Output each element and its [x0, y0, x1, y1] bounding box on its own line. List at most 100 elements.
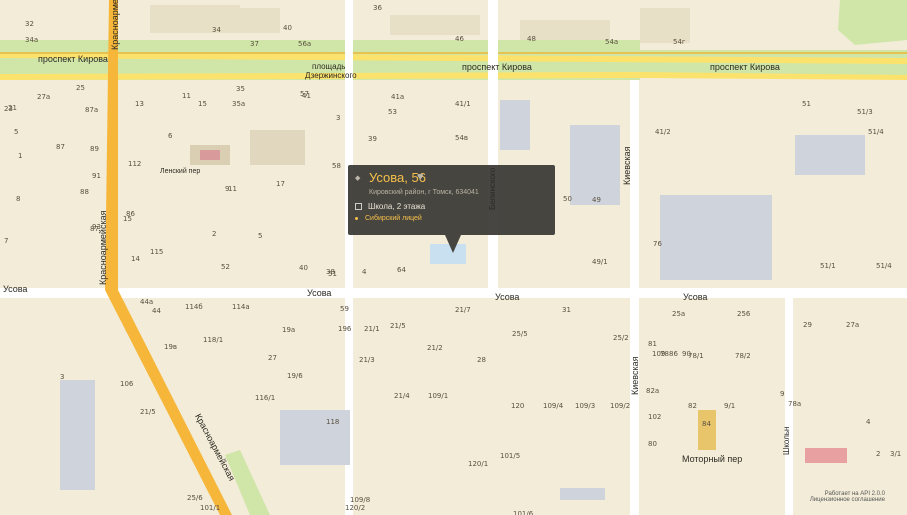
house-number: 19в	[164, 343, 178, 351]
house-number: 82	[688, 402, 697, 410]
house-number: 76	[653, 240, 662, 248]
house-number: 3/1	[890, 450, 902, 458]
pin-icon: ◆	[355, 175, 361, 182]
house-number: 25	[76, 84, 85, 92]
house-number: 35	[236, 85, 245, 93]
house-number: 64	[397, 266, 406, 274]
house-number: 115	[150, 248, 164, 256]
house-number: 2	[876, 450, 881, 458]
house-number: 21/1	[364, 325, 380, 333]
house-number: 25/2	[613, 334, 629, 342]
house-number: 56а	[298, 40, 312, 48]
popup-address: Кировский район, г Томск, 634041	[369, 189, 479, 196]
house-number: 28	[477, 356, 486, 364]
house-number: 40	[283, 24, 292, 32]
street-label: Дзержинского	[305, 71, 357, 80]
building-icon	[355, 203, 362, 211]
house-number: 8	[16, 195, 21, 203]
popup-detail-text: Школа, 2 этажа	[368, 202, 426, 211]
house-number: 21	[8, 104, 17, 112]
house-number: 86	[669, 350, 678, 358]
house-number: 9/1	[724, 402, 736, 410]
house-number: 13	[135, 100, 144, 108]
house-number: 116/1	[255, 394, 276, 402]
popup-detail: Школа, 2 этажа	[355, 202, 425, 211]
street-label: Киевская	[622, 146, 632, 185]
house-number: 109/2	[610, 402, 631, 410]
street-label: площадь	[312, 62, 346, 71]
house-number: 32	[25, 20, 34, 28]
house-number: 51/3	[857, 108, 873, 116]
street-label: проспект Кирова	[38, 54, 108, 64]
house-number: 39	[368, 135, 377, 143]
house-number: 81	[648, 340, 657, 348]
house-number: 51	[802, 100, 811, 108]
house-number: 14	[131, 255, 140, 263]
house-number: 50	[563, 195, 572, 203]
house-number: 48	[527, 35, 536, 43]
house-number: 9	[780, 390, 785, 398]
house-number: 80	[648, 440, 657, 448]
house-number: 49/1	[592, 258, 608, 266]
street-label: Красноармейская	[110, 0, 120, 50]
house-number: 41/2	[655, 128, 671, 136]
house-number: 114а	[232, 303, 250, 311]
street-label: проспект Кирова	[710, 62, 780, 72]
place-info-popup[interactable]: ◆ Усова, 56 ♥ Кировский район, г Томск, …	[348, 165, 555, 253]
house-number: 51/4	[876, 262, 892, 270]
house-number: 40	[299, 264, 308, 272]
house-number: 109/3	[575, 402, 596, 410]
house-number: 109/1	[428, 392, 449, 400]
house-number: 109/8	[350, 496, 371, 504]
house-number: 88	[80, 188, 89, 196]
house-number: 86	[126, 210, 135, 218]
house-number: 89	[90, 145, 99, 153]
house-number: 21/2	[427, 344, 443, 352]
house-number: 90	[682, 350, 691, 358]
house-number: 6	[168, 132, 173, 140]
street-label: Школьн	[782, 426, 791, 455]
house-number: 106	[120, 380, 134, 388]
house-number: 118/1	[203, 336, 224, 344]
house-number: 101/6	[513, 510, 534, 515]
house-number: 21/3	[359, 356, 375, 364]
house-number: 87а	[85, 106, 99, 114]
house-number: 120/1	[468, 460, 489, 468]
popup-org-text[interactable]: Сибирский лицей	[365, 215, 422, 222]
map-credit[interactable]: Работает на API 2.0.0 Лицензионное согла…	[785, 491, 885, 503]
house-number: 101/1	[200, 504, 221, 512]
house-number: 27а	[37, 93, 51, 101]
house-number: 196	[338, 325, 352, 333]
house-number: 4	[866, 418, 871, 426]
bullet-icon	[355, 216, 358, 220]
house-number: 84	[702, 420, 711, 428]
street-label: Киевская	[630, 356, 640, 395]
house-number: 29	[803, 321, 812, 329]
house-number: 120/2	[345, 504, 366, 512]
house-number: 78а	[788, 400, 802, 408]
house-number: 5	[14, 128, 19, 136]
street-label: проспект Кирова	[462, 62, 532, 72]
house-number: 17	[276, 180, 285, 188]
house-number: 34	[212, 26, 221, 34]
house-number: 59	[340, 305, 349, 313]
house-number: 38	[326, 268, 335, 276]
street-label: Белинского	[488, 167, 497, 210]
favorite-heart-icon[interactable]: ♥	[417, 171, 424, 183]
house-number: 52	[221, 263, 230, 271]
house-number: 31	[562, 306, 571, 314]
map-canvas[interactable]: ◆ Усова, 56 ♥ Кировский район, г Томск, …	[0, 0, 907, 515]
house-number: 53	[388, 108, 397, 116]
license-link[interactable]: Лицензионное соглашение	[785, 497, 885, 503]
house-number: 82а	[646, 387, 660, 395]
house-number: 51/1	[820, 262, 836, 270]
house-number: 51/4	[868, 128, 884, 136]
house-number: 27а	[846, 321, 860, 329]
house-number: 21/4	[394, 392, 410, 400]
street-label: Усова	[495, 292, 520, 302]
house-number: 87	[56, 143, 65, 151]
popup-org[interactable]: Сибирский лицей	[355, 215, 422, 222]
house-number: 34а	[25, 36, 39, 44]
street-label: Усова	[683, 292, 708, 302]
house-number: 3	[336, 114, 341, 122]
